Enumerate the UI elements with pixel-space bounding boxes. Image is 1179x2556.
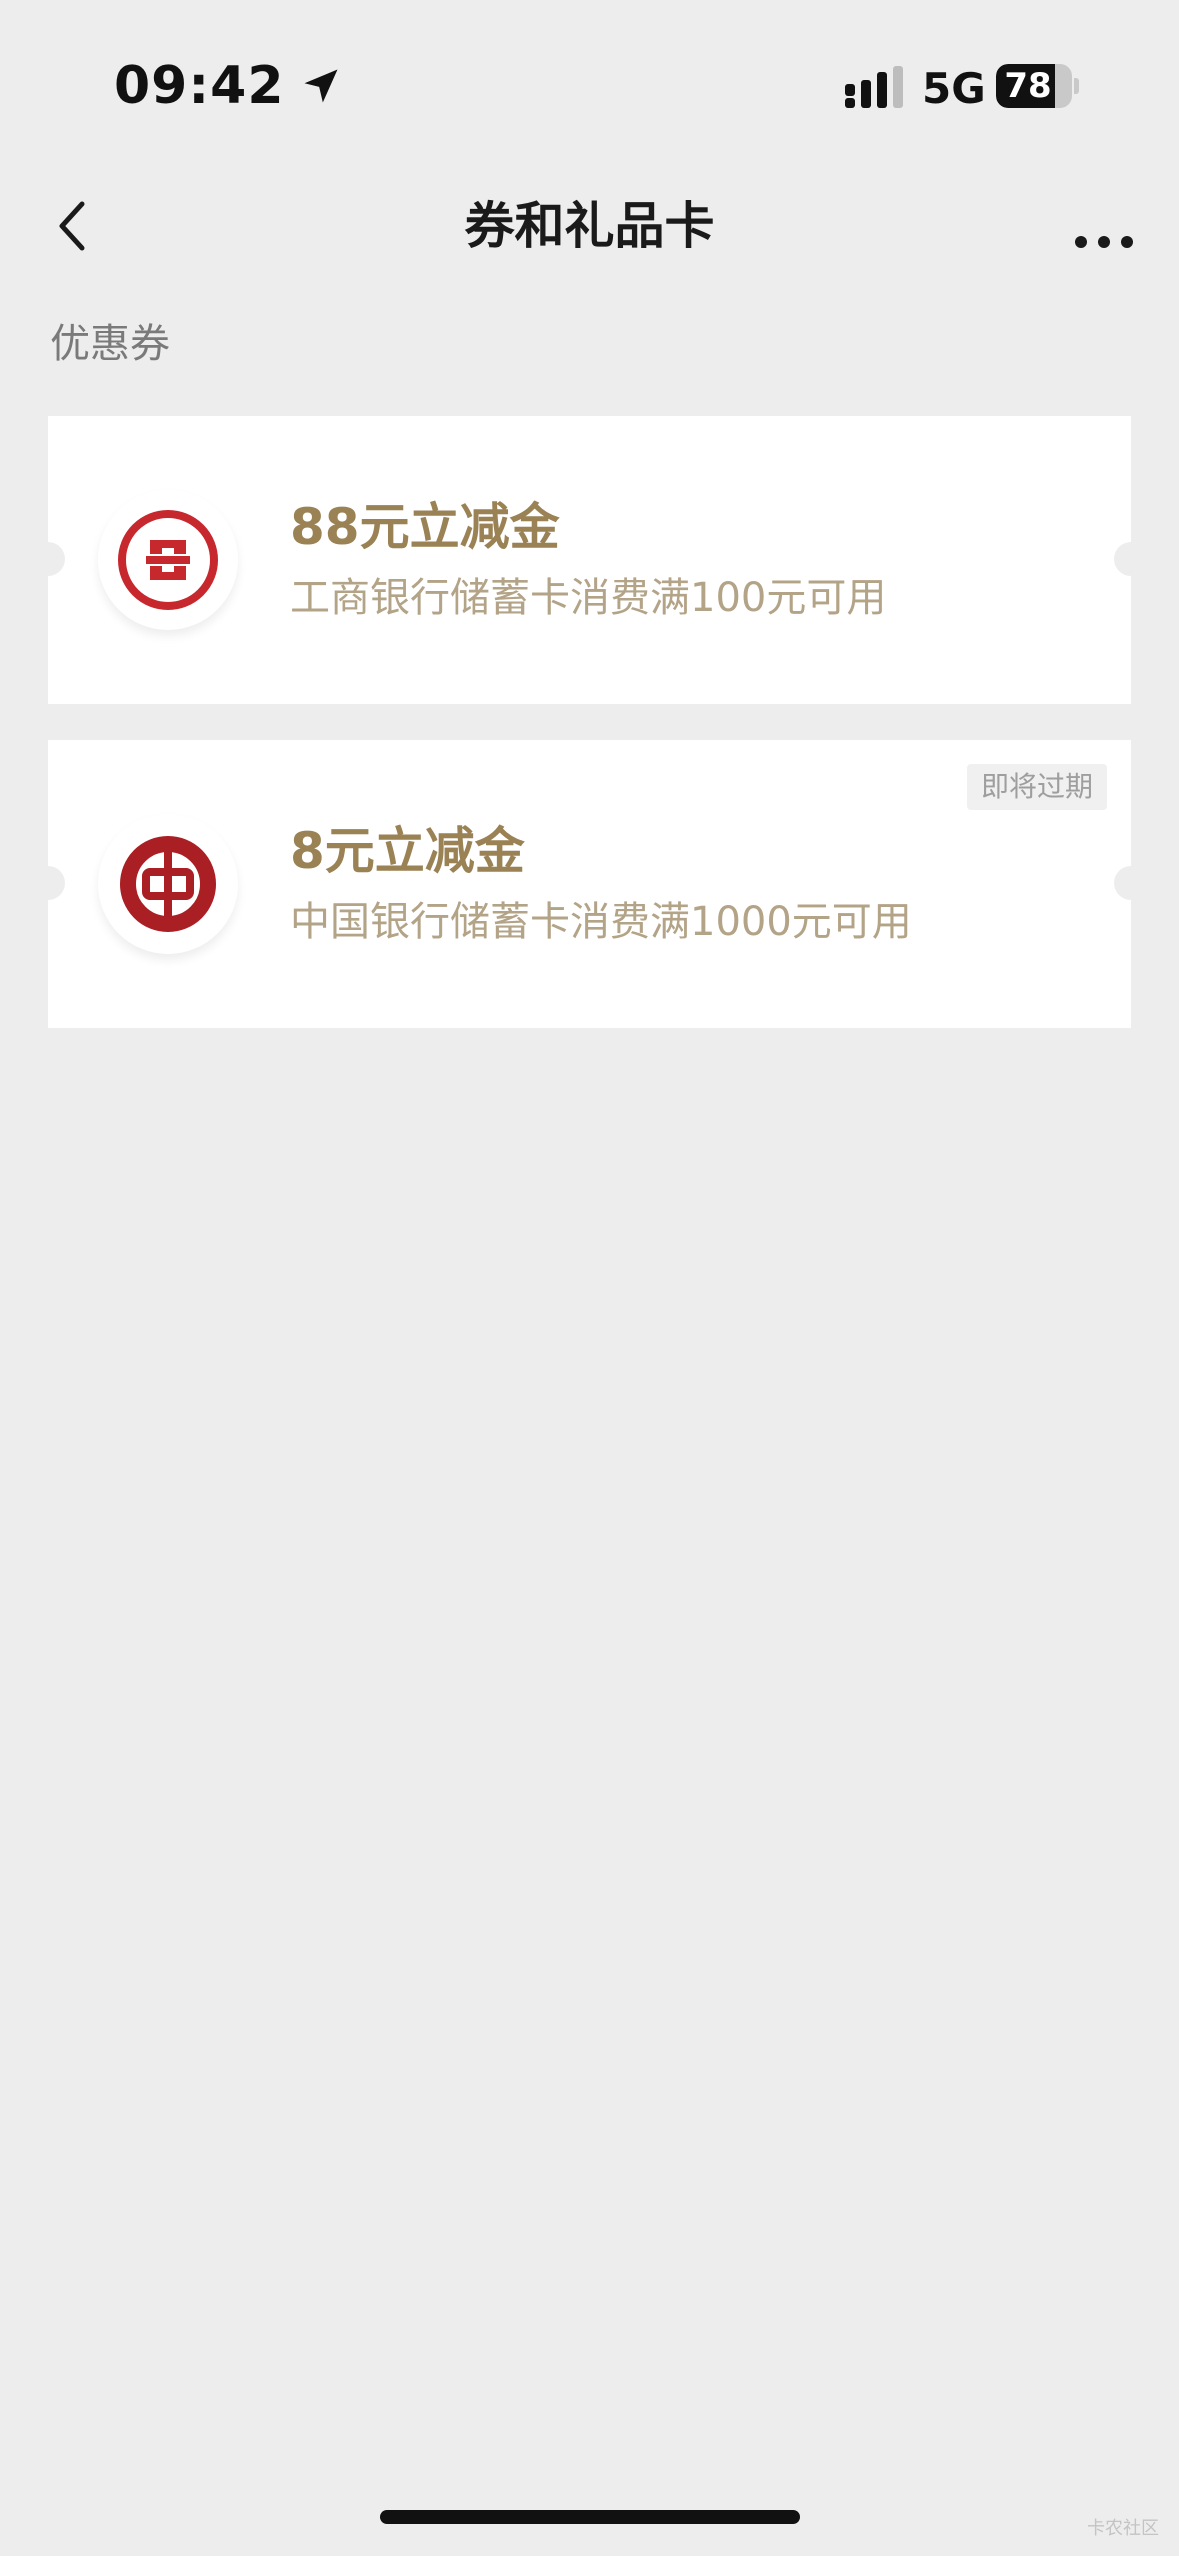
status-bar: 09:42 5G 78 [0, 0, 1179, 160]
watermark-text: 卡农社区 [1087, 2518, 1159, 2539]
coupon-title: 8元立减金 [290, 822, 525, 880]
coupon-card[interactable]: 88元立减金 工商银行储蓄卡消费满100元可用 [31, 416, 1148, 704]
expiry-badge: 即将过期 [966, 764, 1107, 810]
icbc-logo-icon [118, 510, 218, 610]
more-button[interactable] [1069, 196, 1139, 256]
coupon-card[interactable]: 即将过期 8元立减金 中国银行储蓄卡消费满1000元可用 [31, 740, 1148, 1028]
coupon-description: 工商银行储蓄卡消费满100元可用 [290, 575, 887, 621]
status-time: 09:42 [114, 56, 285, 116]
coupon-description: 中国银行储蓄卡消费满1000元可用 [290, 899, 912, 945]
status-time-group: 09:42 [114, 56, 343, 116]
cellular-signal-icon [845, 66, 903, 108]
network-type: 5G [922, 64, 986, 113]
page-title: 券和礼品卡 [464, 197, 715, 255]
location-arrow-icon [304, 69, 338, 103]
more-dots-icon [1075, 236, 1133, 248]
bank-logo [98, 490, 238, 630]
bank-logo [98, 814, 238, 954]
coupon-title: 88元立减金 [290, 498, 560, 556]
nav-bar: 券和礼品卡 [0, 180, 1179, 270]
boc-logo-icon [120, 836, 216, 932]
section-label-coupons: 优惠券 [50, 321, 170, 367]
page: 09:42 5G 78 券和礼品卡 优惠券 88元立减金 工商银行储蓄卡消费满1… [0, 0, 1179, 2556]
battery-percent: 78 [1004, 66, 1052, 106]
battery-icon: 78 [996, 64, 1080, 108]
home-indicator[interactable] [380, 2510, 800, 2524]
